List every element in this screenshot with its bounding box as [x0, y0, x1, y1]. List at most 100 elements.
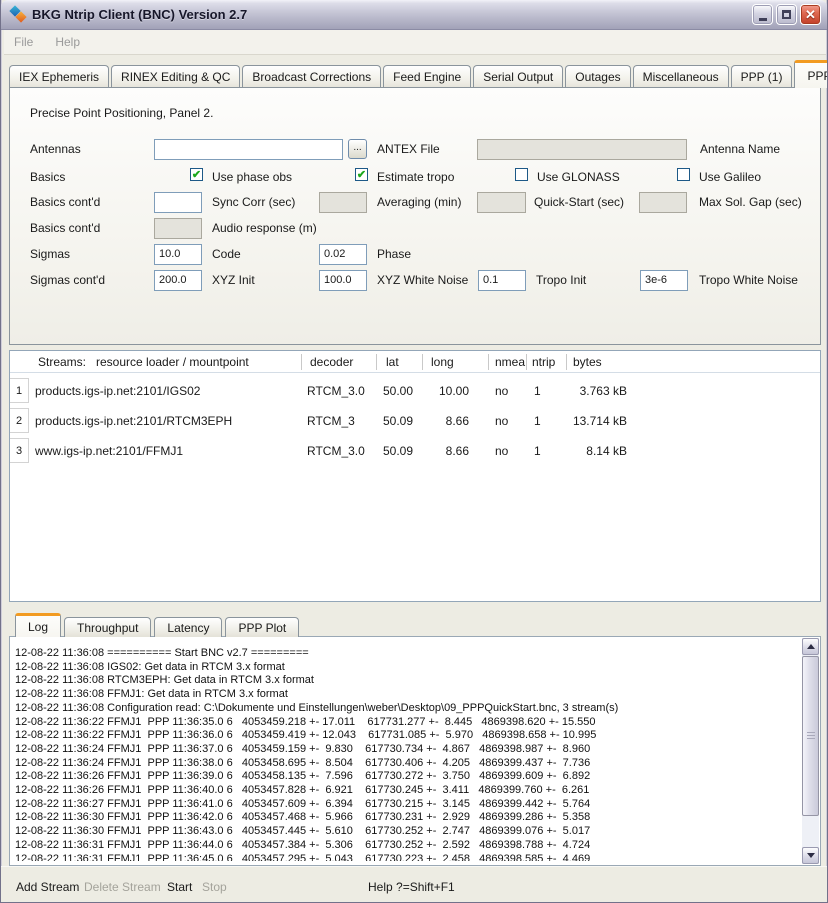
estimate-tropo-checkbox[interactable]: ✔: [355, 168, 368, 181]
row-number: 3: [10, 438, 29, 463]
tab-broadcast-corrections[interactable]: Broadcast Corrections: [242, 65, 381, 88]
header-bytes: bytes: [573, 355, 602, 369]
action-bar: Add Stream Delete Stream Start Stop Help…: [1, 866, 827, 903]
streams-table-header: Streams: resource loader / mountpoint de…: [10, 351, 820, 373]
header-nmea: nmea: [495, 355, 525, 369]
tab-outages[interactable]: Outages: [565, 65, 630, 88]
tab-rinex-ephemeris[interactable]: IEX Ephemeris: [9, 65, 109, 88]
tab-ppp-plot[interactable]: PPP Plot: [225, 617, 299, 637]
xyz-white-noise-label: XYZ White Noise: [377, 273, 468, 287]
cell-lat: 50.09: [363, 414, 413, 428]
minimize-button[interactable]: [752, 4, 773, 25]
tab-miscellaneous[interactable]: Miscellaneous: [633, 65, 729, 88]
cell-lat: 50.09: [363, 444, 413, 458]
xyz-init-label: XYZ Init: [212, 273, 255, 287]
antenna-name-input: [477, 139, 687, 160]
app-window: BKG Ntrip Client (BNC) Version 2.7 ✕ Fil…: [0, 0, 828, 903]
cell-lat: 50.00: [363, 384, 413, 398]
cell-ntrip: 1: [534, 444, 541, 458]
cell-bytes: 8.14 kB: [557, 444, 627, 458]
averaging-label: Averaging (min): [377, 195, 461, 209]
sync-corr-input[interactable]: [154, 192, 202, 213]
menu-bar: File Help: [4, 30, 826, 55]
cell-decoder: RTCM_3.0: [307, 384, 365, 398]
header-lat: lat: [386, 355, 399, 369]
tropo-init-label: Tropo Init: [536, 273, 586, 287]
sigma-code-label: Code: [212, 247, 241, 261]
log-scrollbar[interactable]: [802, 638, 819, 864]
xyz-init-input[interactable]: 200.0: [154, 270, 202, 291]
use-glonass-checkbox[interactable]: [515, 168, 528, 181]
tab-throughput[interactable]: Throughput: [64, 617, 151, 637]
cell-long: 8.66: [414, 444, 469, 458]
use-phase-obs-label: Use phase obs: [212, 170, 292, 184]
menu-file[interactable]: File: [14, 35, 33, 49]
antennas-input[interactable]: [154, 139, 343, 160]
tab-feed-engine[interactable]: Feed Engine: [383, 65, 471, 88]
audio-response-label: Audio response (m): [212, 221, 317, 235]
scrollbar-thumb[interactable]: [802, 656, 819, 816]
start-button[interactable]: Start: [167, 880, 192, 894]
antex-browse-button[interactable]: ...: [348, 139, 367, 159]
max-sol-gap-label: Max Sol. Gap (sec): [699, 195, 802, 209]
row-number: 1: [10, 378, 29, 403]
quick-start-input: [477, 192, 526, 213]
cell-long: 8.66: [414, 414, 469, 428]
window-title: BKG Ntrip Client (BNC) Version 2.7: [32, 7, 749, 22]
sigmas-contd-label: Sigmas cont'd: [30, 273, 105, 287]
use-phase-obs-checkbox[interactable]: ✔: [190, 168, 203, 181]
scroll-up-icon[interactable]: [802, 638, 819, 655]
ppp2-panel: Precise Point Positioning, Panel 2. Ante…: [9, 87, 821, 345]
use-galileo-checkbox[interactable]: [677, 168, 690, 181]
header-decoder: decoder: [310, 355, 353, 369]
help-shortcut-label: Help ?=Shift+F1: [368, 880, 455, 894]
tropo-init-input[interactable]: 0.1: [478, 270, 526, 291]
use-glonass-label: Use GLONASS: [537, 170, 620, 184]
header-long: long: [431, 355, 454, 369]
title-bar: BKG Ntrip Client (BNC) Version 2.7 ✕: [1, 0, 827, 30]
cell-ntrip: 1: [534, 384, 541, 398]
sigma-phase-input[interactable]: 0.02: [319, 244, 367, 265]
tab-log[interactable]: Log: [15, 613, 61, 637]
basics-contd2-label: Basics cont'd: [30, 221, 100, 235]
tab-ppp-1[interactable]: PPP (1): [731, 65, 793, 88]
xyz-white-noise-input[interactable]: 100.0: [319, 270, 367, 291]
tab-latency[interactable]: Latency: [154, 617, 222, 637]
cell-bytes: 13.714 kB: [557, 414, 627, 428]
cell-nmea: no: [495, 384, 508, 398]
sigma-code-input[interactable]: 10.0: [154, 244, 202, 265]
antennas-label: Antennas: [30, 142, 81, 156]
tab-serial-output[interactable]: Serial Output: [473, 65, 563, 88]
app-icon: [10, 6, 27, 23]
tropo-white-noise-input[interactable]: 3e-6: [640, 270, 688, 291]
tab-rinex-editing-qc[interactable]: RINEX Editing & QC: [111, 65, 240, 88]
log-output: 12-08-22 11:36:08 ========== Start BNC v…: [15, 647, 800, 861]
delete-stream-button: Delete Stream: [84, 880, 161, 894]
panel-caption: Precise Point Positioning, Panel 2.: [30, 106, 213, 120]
stop-button: Stop: [202, 880, 227, 894]
cell-mountpoint: products.igs-ip.net:2101/IGS02: [35, 384, 200, 398]
maximize-button[interactable]: [776, 4, 797, 25]
tab-ppp-2[interactable]: PPP (2): [794, 60, 828, 88]
sync-corr-label: Sync Corr (sec): [212, 195, 295, 209]
antenna-name-label: Antenna Name: [700, 142, 780, 156]
estimate-tropo-label: Estimate tropo: [377, 170, 454, 184]
cell-mountpoint: products.igs-ip.net:2101/RTCM3EPH: [35, 414, 232, 428]
scroll-down-icon[interactable]: [802, 847, 819, 864]
max-sol-gap-input: [639, 192, 687, 213]
top-tab-bar: IEX Ephemeris RINEX Editing & QC Broadca…: [9, 59, 821, 88]
cell-decoder: RTCM_3.0: [307, 444, 365, 458]
antex-file-label: ANTEX File: [377, 142, 440, 156]
use-galileo-label: Use Galileo: [699, 170, 761, 184]
sigma-phase-label: Phase: [377, 247, 411, 261]
close-button[interactable]: ✕: [800, 4, 821, 25]
bottom-tab-bar: Log Throughput Latency PPP Plot: [15, 612, 302, 637]
averaging-input: [319, 192, 367, 213]
basics-contd1-label: Basics cont'd: [30, 195, 100, 209]
add-stream-button[interactable]: Add Stream: [16, 880, 79, 894]
cell-bytes: 3.763 kB: [557, 384, 627, 398]
header-ntrip: ntrip: [532, 355, 555, 369]
basics-label: Basics: [30, 170, 65, 184]
menu-help[interactable]: Help: [55, 35, 80, 49]
tropo-white-noise-label: Tropo White Noise: [699, 273, 798, 287]
